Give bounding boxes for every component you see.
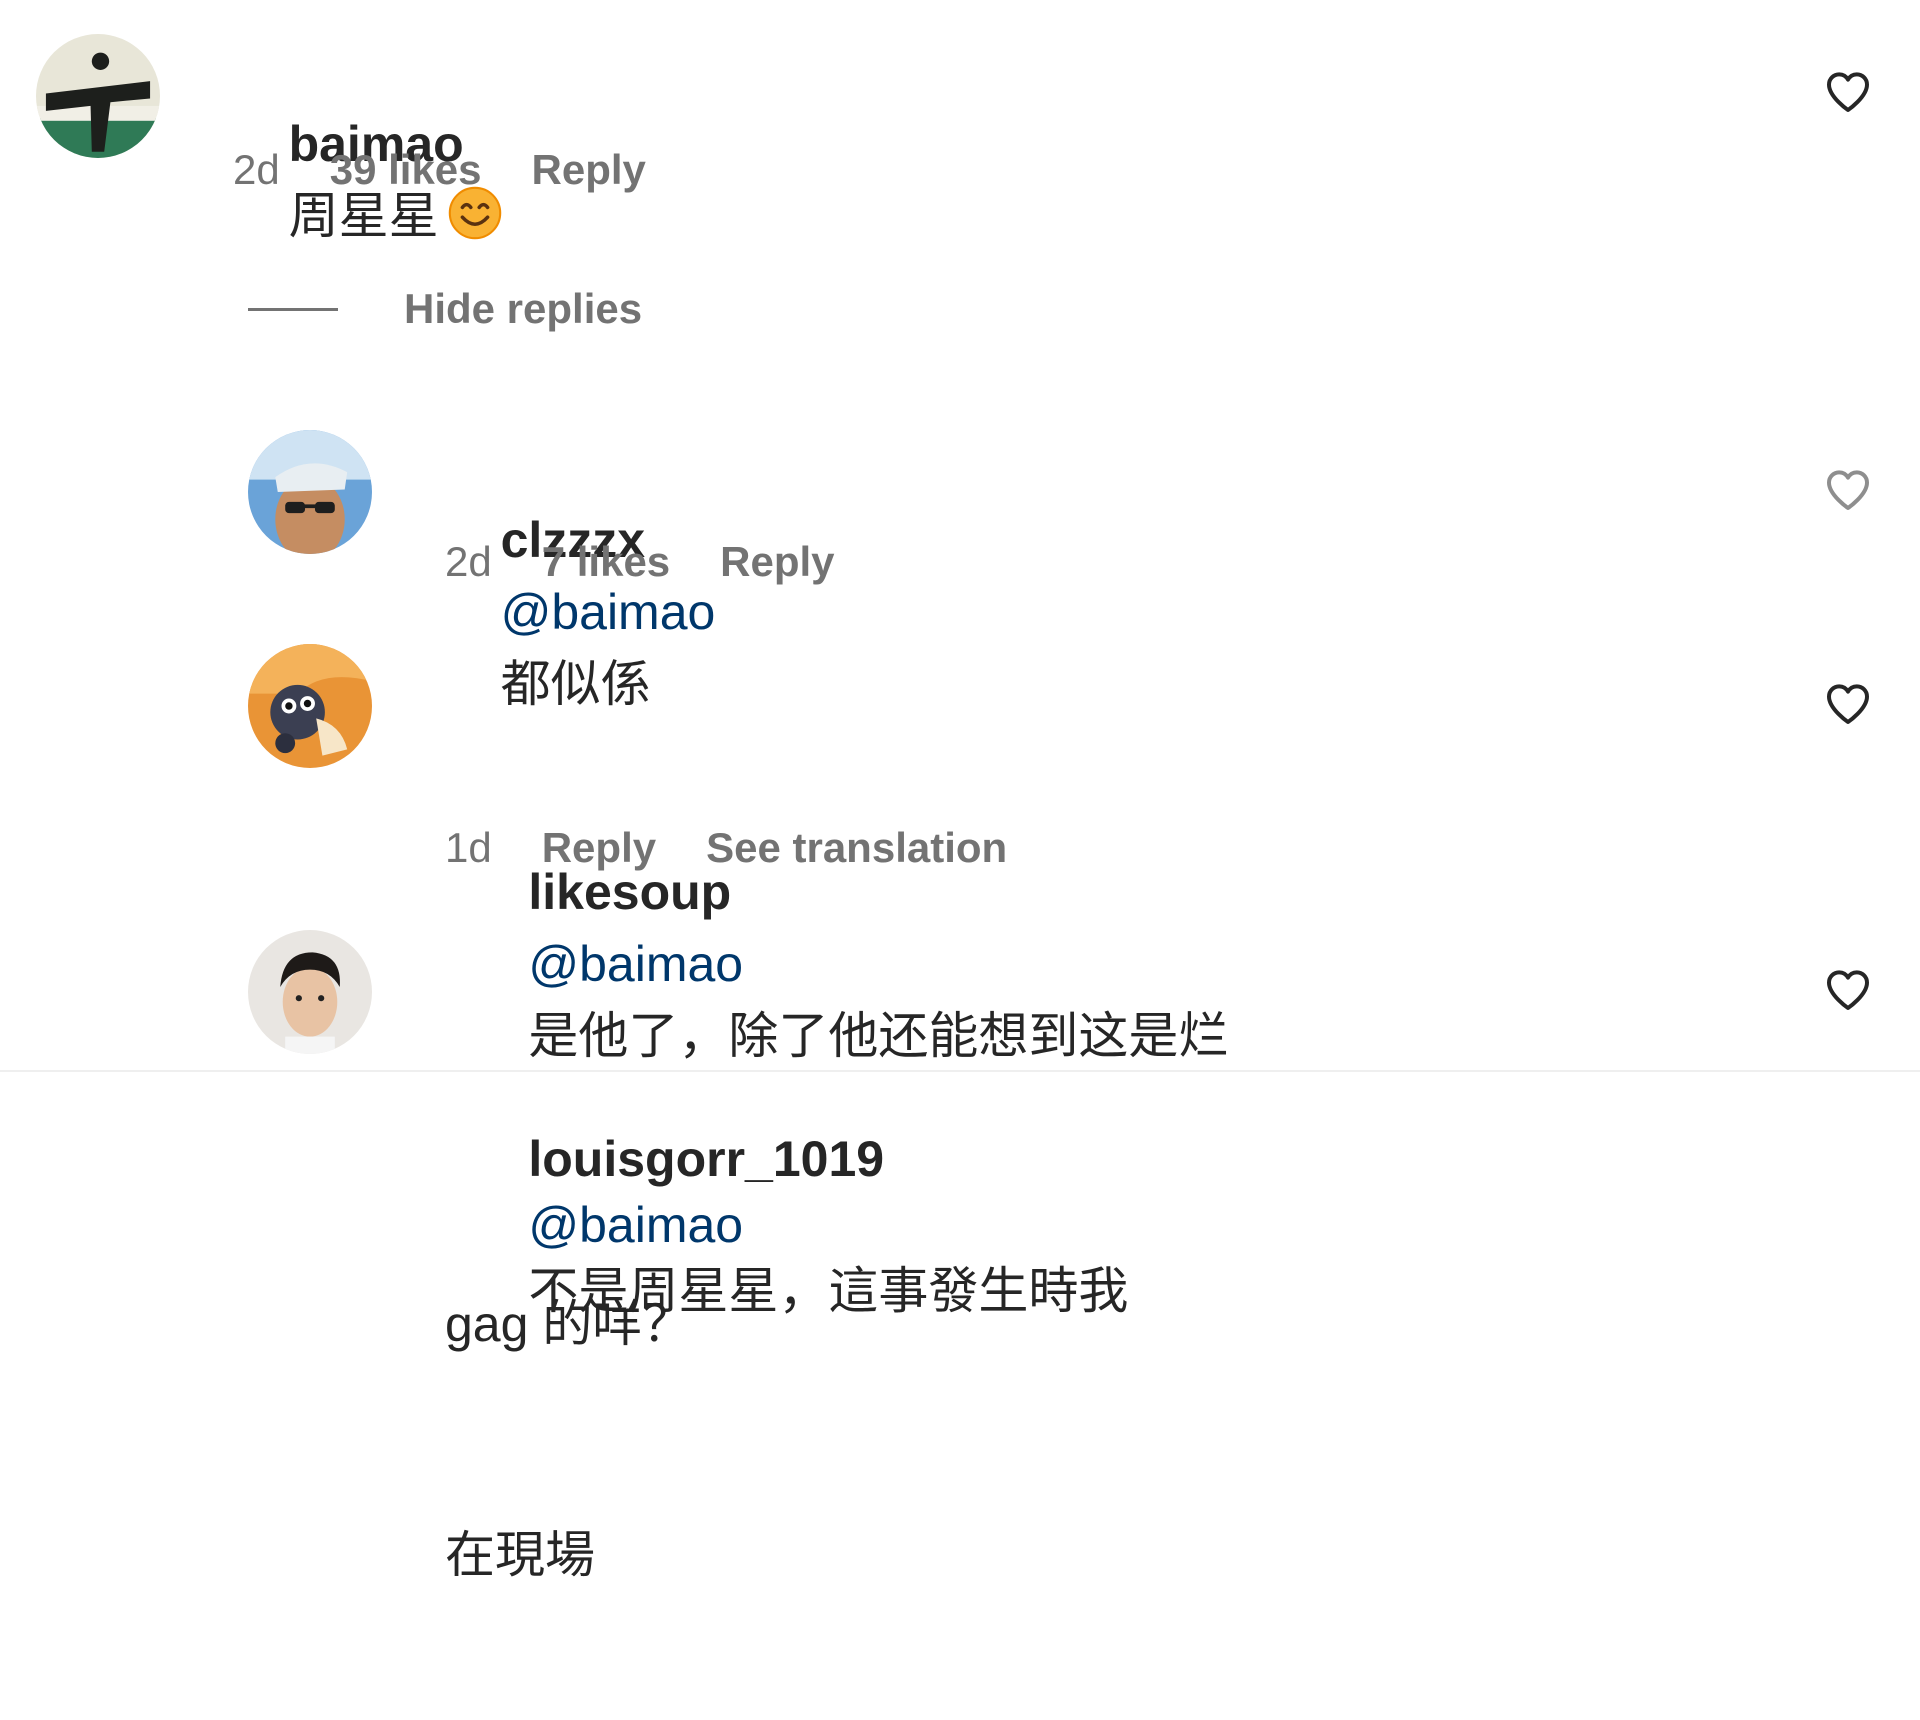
reply-meta: 2d 7 likes Reply bbox=[445, 538, 835, 586]
avatar-image bbox=[248, 930, 372, 1054]
reply-item: likesoup @baimao 是他了，除了他还能想到这是烂 gag 的咩？ … bbox=[0, 640, 1920, 1352]
reply-body-line-2: 在現場 bbox=[445, 1527, 595, 1583]
reply-button[interactable]: Reply bbox=[720, 538, 834, 586]
reply-meta: 1d Reply See translation bbox=[445, 824, 1007, 872]
mention-link[interactable]: @baimao bbox=[501, 584, 716, 640]
comment-meta: 2d 39 likes Reply bbox=[233, 146, 646, 194]
heart-outline-icon[interactable] bbox=[1824, 680, 1872, 728]
heart-outline-icon[interactable] bbox=[1824, 466, 1872, 514]
reply-time: 2d bbox=[445, 538, 492, 585]
divider-line bbox=[248, 307, 338, 311]
comment-item: baimao 周星星 2d 39 likes Reply bbox=[0, 0, 1920, 244]
see-translation-button[interactable]: See translation bbox=[706, 824, 1007, 872]
reply-username[interactable]: likesoup bbox=[528, 864, 731, 920]
avatar[interactable] bbox=[248, 644, 372, 768]
avatar[interactable] bbox=[248, 430, 372, 554]
reply-likes[interactable]: 7 likes bbox=[542, 538, 670, 586]
avatar-image bbox=[36, 34, 160, 158]
comment-likes[interactable]: 39 likes bbox=[330, 146, 482, 194]
comment-time: 2d bbox=[233, 146, 280, 193]
hide-replies-label: Hide replies bbox=[404, 285, 643, 332]
reply-button[interactable]: Reply bbox=[532, 146, 646, 194]
avatar-image bbox=[248, 430, 372, 554]
reply-line-1: louisgorr_1019 @baimao 不是周星星，這事發生時我 bbox=[445, 1060, 1745, 1390]
reply-text: louisgorr_1019 @baimao 不是周星星，這事發生時我 在現場 bbox=[445, 928, 1745, 1720]
avatar-image bbox=[248, 644, 372, 768]
heart-outline-icon[interactable] bbox=[1824, 68, 1872, 116]
reply-username[interactable]: louisgorr_1019 bbox=[528, 1131, 884, 1187]
avatar[interactable] bbox=[36, 34, 160, 158]
reply-item: louisgorr_1019 @baimao 不是周星星，這事發生時我 在現場 bbox=[0, 930, 1920, 1583]
reply-button[interactable]: Reply bbox=[542, 824, 656, 872]
avatar[interactable] bbox=[248, 930, 372, 1054]
reply-item: clzzzx @baimao 都似係 2d 7 likes Reply bbox=[0, 420, 1920, 712]
mention-link[interactable]: @baimao bbox=[528, 1197, 743, 1253]
comment-body: 周星星 bbox=[288, 188, 439, 244]
reply-time: 1d bbox=[445, 824, 492, 871]
bottom-divider bbox=[0, 1070, 1920, 1072]
reply-body-line-1: 不是周星星，這事發生時我 bbox=[528, 1263, 1129, 1319]
heart-outline-icon[interactable] bbox=[1824, 966, 1872, 1014]
hide-replies-button[interactable]: Hide replies bbox=[248, 285, 642, 333]
